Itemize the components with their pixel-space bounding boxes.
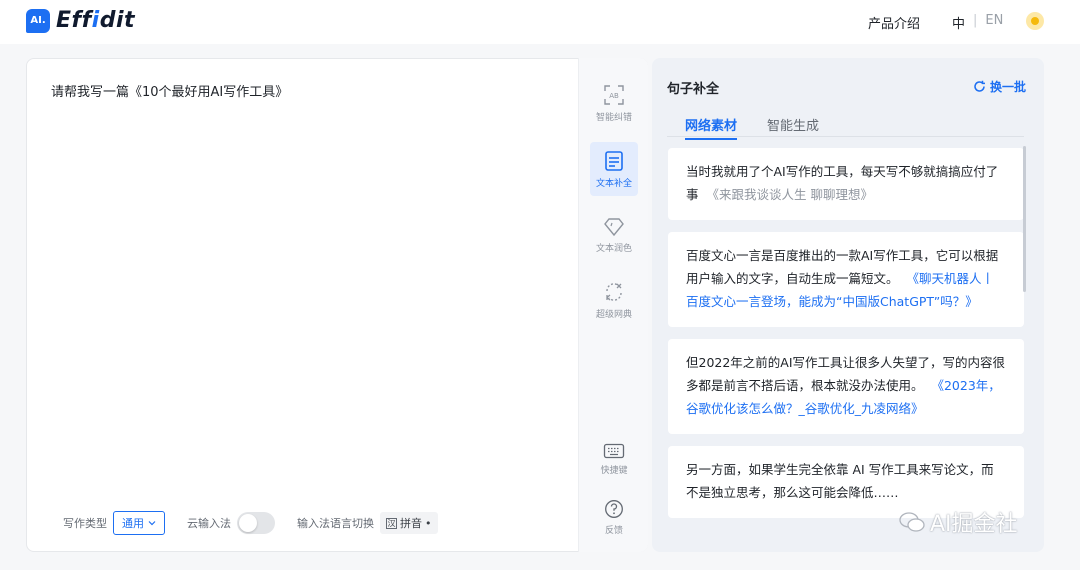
tool-label: 文本润色 (595, 243, 632, 254)
diamond-icon (604, 217, 624, 236)
lang-zh[interactable]: 中 (952, 13, 965, 32)
refresh-button[interactable]: 换一批 (973, 78, 1026, 95)
question-icon (605, 499, 623, 518)
tabs-divider (667, 136, 1024, 137)
pinyin-label: 拼音 (400, 517, 422, 530)
suggestion-list: 当时我就用了个AI写作的工具，每天写不够就搞搞应付了事 《来跟我谈谈人生 聊聊理… (668, 148, 1024, 552)
avatar-dot-icon (1031, 17, 1039, 25)
ab-correct-icon: AB (604, 84, 624, 105)
logo-text: Effidit (56, 8, 136, 33)
editor-panel[interactable]: 请帮我写一篇《10个最好用AI写作工具》 写作类型 通用 云输入法 输入法语言切… (26, 58, 648, 552)
language-switcher: 中 | EN (952, 13, 1003, 32)
pinyin-dot-icon: • (425, 516, 432, 530)
translate-icon (606, 282, 622, 301)
editor-footer-bar: 写作类型 通用 云输入法 输入法语言切换 汉 拼音 • (63, 511, 438, 535)
tool-label: 快捷键 (600, 465, 628, 476)
pinyin-selector[interactable]: 汉 拼音 • (380, 512, 438, 534)
effidit-logo[interactable]: AI. Effidit (26, 8, 135, 33)
keyboard-icon (603, 443, 625, 458)
editor-content[interactable]: 请帮我写一篇《10个最好用AI写作工具》 (51, 81, 288, 100)
tool-smart-correct[interactable]: AB 智能纠错 (590, 76, 638, 130)
logo-badge: AI. (26, 8, 50, 33)
lang-en[interactable]: EN (985, 13, 1003, 32)
document-icon (605, 150, 623, 171)
suggestion-card[interactable]: 当时我就用了个AI写作的工具，每天写不够就搞搞应付了事 《来跟我谈谈人生 聊聊理… (668, 148, 1024, 220)
tool-label: 智能纠错 (595, 112, 632, 123)
scrollbar-thumb[interactable] (1023, 146, 1026, 292)
nav-product-intro[interactable]: 产品介绍 (868, 13, 920, 32)
tool-label: 超级网典 (595, 309, 632, 320)
wechat-icon (899, 512, 925, 532)
writing-type-label: 写作类型 (63, 517, 107, 530)
user-avatar[interactable] (1026, 12, 1044, 30)
lang-separator: | (973, 13, 978, 28)
cloud-input-label: 云输入法 (187, 517, 231, 530)
top-header: AI. Effidit 产品介绍 中 | EN (0, 0, 1080, 44)
suggestion-text: 另一方面，如果学生完全依靠 AI 写作工具来写论文，而不是独立思考，那么这可能会… (686, 462, 994, 500)
suggestion-source: 《来跟我谈谈人生 聊聊理想》 (706, 187, 873, 202)
watermark: AI掘金社 (898, 506, 1018, 538)
tool-label: 反馈 (604, 525, 623, 536)
cloud-input-toggle[interactable] (237, 512, 275, 534)
suggestion-card[interactable]: 但2022年之前的AI写作工具让很多人失望了，写的内容很多都是前言不搭后语，根本… (668, 339, 1024, 434)
watermark-text: AI掘金社 (930, 512, 1018, 537)
refresh-label: 换一批 (989, 80, 1026, 94)
chevron-down-icon (148, 521, 156, 526)
tool-feedback[interactable]: 反馈 (590, 490, 638, 544)
sentence-completion-panel: 句子补全 换一批 网络素材 智能生成 当时我就用了个AI写作的工具，每天写不够就… (652, 58, 1044, 552)
pinyin-box-icon: 汉 (386, 517, 397, 529)
tool-text-polish[interactable]: 文本润色 (590, 208, 638, 262)
tool-rail: AB 智能纠错 文本补全 文本润色 超级网典 快捷键 反馈 (578, 58, 648, 552)
writing-type-value: 通用 (122, 517, 144, 530)
svg-text:AB: AB (609, 92, 619, 100)
tool-super-dictionary[interactable]: 超级网典 (590, 273, 638, 327)
suggestion-card[interactable]: 百度文心一言是百度推出的一款AI写作工具，它可以根据用户输入的文字，自动生成一篇… (668, 232, 1024, 327)
panel-title: 句子补全 (667, 82, 720, 97)
input-lang-switch-label: 输入法语言切换 (297, 517, 374, 530)
refresh-icon (974, 80, 985, 92)
tool-shortcuts[interactable]: 快捷键 (590, 432, 638, 486)
tool-text-completion[interactable]: 文本补全 (590, 142, 638, 196)
writing-type-select[interactable]: 通用 (113, 511, 165, 535)
tool-label: 文本补全 (595, 178, 632, 189)
